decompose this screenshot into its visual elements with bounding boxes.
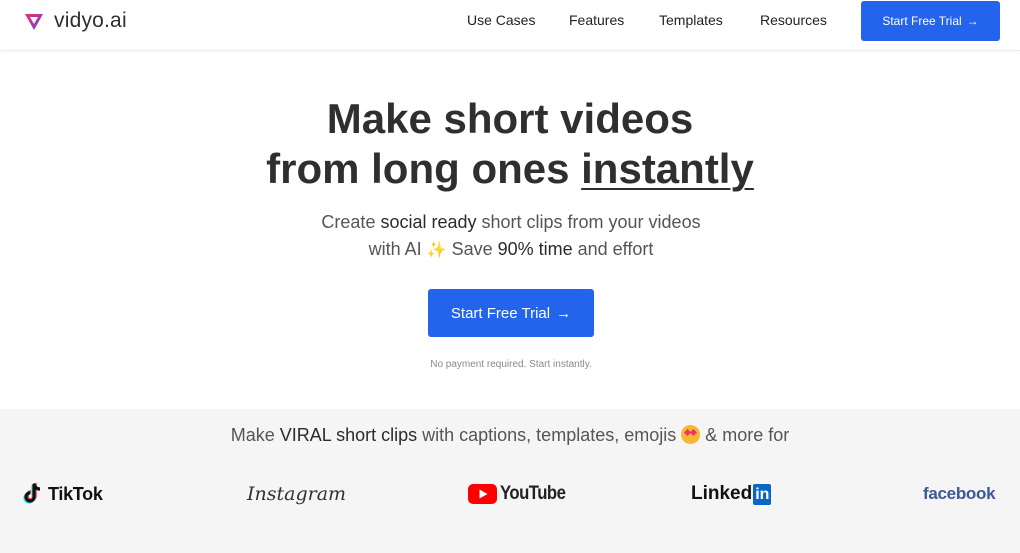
arrow-right-icon: →	[556, 304, 572, 322]
top-navbar: vidyo.ai Use Cases Features Templates Re…	[0, 0, 1020, 51]
linkedin-wordmark: Linked	[691, 483, 753, 504]
youtube-wordmark: YouTube	[500, 483, 566, 504]
tiktok-logo: TikTok	[22, 481, 103, 507]
sparkle-icon: ✨	[426, 242, 447, 259]
hero-subtitle-line2: with AI ✨ Save 90% time and effort	[0, 236, 1020, 264]
platforms-section: Make VIRAL short clips with captions, te…	[0, 409, 1020, 553]
no-payment-note: No payment required. Start instantly.	[430, 359, 592, 370]
facebook-wordmark: facebook	[923, 484, 996, 503]
youtube-logo: YouTube	[468, 481, 574, 507]
hero-title-line1: Make short videos	[326, 95, 694, 142]
heading-text: Make	[230, 425, 280, 445]
nav-link-templates[interactable]: Templates	[659, 12, 723, 28]
nav-cta-label: Start Free Trial	[882, 14, 962, 28]
subtitle-text: Create	[321, 212, 381, 232]
linkedin-logo: Linked in	[691, 481, 772, 507]
hero-title-underlined: instantly	[581, 145, 754, 192]
logo-text: vidyo.ai	[54, 9, 127, 32]
star-struck-emoji-icon	[681, 425, 701, 444]
subtitle-emphasis: social ready	[380, 212, 477, 232]
heading-emphasis: VIRAL short clips	[279, 425, 418, 445]
logo-link[interactable]: vidyo.ai	[24, 9, 127, 33]
nav-link-resources[interactable]: Resources	[760, 12, 827, 28]
youtube-play-icon	[468, 484, 497, 504]
hero-cta-label: Start Free Trial	[450, 304, 551, 322]
nav-start-trial-button[interactable]: Start Free Trial →	[861, 1, 1000, 41]
hero-start-trial-button[interactable]: Start Free Trial →	[428, 289, 594, 337]
subtitle-text: and effort	[572, 239, 654, 259]
subtitle-text: short clips from your videos	[476, 212, 701, 232]
hero-title-line2: from long ones instantly	[0, 145, 1020, 193]
hero-subtitle-line1: Create social ready short clips from you…	[0, 209, 1020, 235]
nav-link-use-cases[interactable]: Use Cases	[467, 12, 535, 28]
facebook-logo: facebook	[923, 481, 996, 507]
tiktok-note-icon	[23, 483, 41, 504]
hero-title-line2-text: from long ones	[266, 145, 582, 192]
instagram-logo: Instagram	[247, 481, 346, 507]
vidyo-logo-icon	[25, 14, 43, 30]
linkedin-in-icon: in	[753, 483, 772, 505]
heading-text: & more for	[700, 425, 790, 445]
subtitle-text: Save	[446, 239, 498, 259]
nav-link-features[interactable]: Features	[569, 12, 624, 28]
tiktok-wordmark: TikTok	[48, 483, 103, 504]
subtitle-text: with AI	[368, 239, 427, 259]
platforms-heading: Make VIRAL short clips with captions, te…	[0, 425, 1020, 446]
subtitle-emphasis: 90% time	[497, 239, 573, 259]
heading-text: with captions, templates, emojis	[417, 425, 682, 445]
instagram-wordmark: Instagram	[247, 483, 347, 505]
arrow-right-icon: →	[966, 14, 979, 28]
